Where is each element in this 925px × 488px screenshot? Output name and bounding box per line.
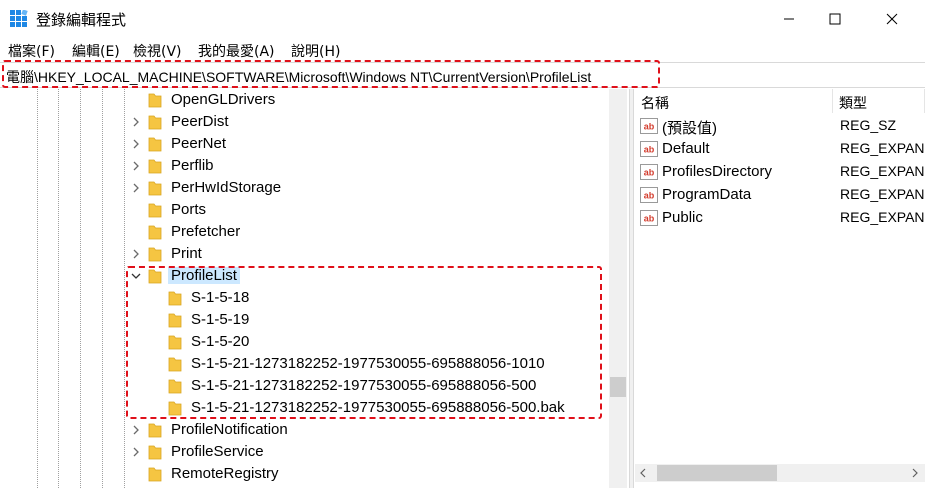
column-header-name[interactable]: 名稱	[635, 89, 833, 113]
value-type: REG_EXPAN	[840, 186, 925, 202]
address-highlight-box	[2, 60, 660, 88]
pane-splitter[interactable]	[629, 89, 634, 488]
menu-favorites[interactable]: 我的最愛(A)	[198, 41, 275, 61]
key-tree-pane[interactable]: OpenGLDrivers PeerDist PeerNet Perflib PerHw…	[0, 89, 629, 488]
value-type: REG_SZ	[840, 117, 897, 133]
values-scrollbar-thumb[interactable]	[657, 465, 777, 481]
tree-node-label[interactable]: Prefetcher	[171, 223, 240, 240]
value-name[interactable]: Default	[662, 140, 710, 157]
folder-icon	[148, 225, 162, 240]
menu-bar: 檔案(F) 編輯(E) 檢視(V) 我的最愛(A) 說明(H)	[0, 38, 925, 61]
folder-icon	[148, 467, 162, 482]
maximize-icon	[829, 13, 841, 25]
tree-node[interactable]: ProfileNotification	[0, 419, 609, 441]
folder-icon	[148, 93, 162, 108]
tree-node-label[interactable]: RemoteRegistry	[171, 465, 279, 482]
value-row[interactable]: ab (預設值) REG_SZ	[635, 115, 925, 138]
menu-help[interactable]: 說明(H)	[291, 41, 340, 61]
tree-node-label[interactable]: Print	[171, 245, 202, 262]
chevron-right-icon[interactable]	[130, 424, 142, 436]
menu-view[interactable]: 檢視(V)	[133, 41, 182, 61]
title-bar: 登錄編輯程式	[0, 0, 925, 38]
value-name[interactable]: ProfilesDirectory	[662, 163, 772, 180]
folder-icon	[148, 181, 162, 196]
chevron-right-icon[interactable]	[130, 248, 142, 260]
svg-text:ab: ab	[644, 145, 655, 155]
scroll-right-icon[interactable]	[909, 468, 919, 478]
tree-node[interactable]: Perflib	[0, 155, 609, 177]
svg-text:ab: ab	[644, 214, 655, 224]
close-button[interactable]	[869, 0, 915, 38]
folder-icon	[148, 137, 162, 152]
tree-node-label[interactable]: ProfileNotification	[171, 421, 288, 438]
value-row[interactable]: ab ProfilesDirectory REG_EXPAN	[635, 161, 925, 184]
column-header-type[interactable]: 類型	[833, 89, 925, 113]
tree-node-label[interactable]: Ports	[171, 201, 206, 218]
string-value-icon: ab	[640, 118, 658, 134]
value-name[interactable]: ProgramData	[662, 186, 751, 203]
menu-file[interactable]: 檔案(F)	[8, 41, 55, 61]
profilelist-highlight-box	[126, 266, 602, 419]
tree-scrollbar[interactable]	[609, 89, 627, 488]
tree-node[interactable]: PeerDist	[0, 111, 609, 133]
folder-icon	[148, 247, 162, 262]
tree-node[interactable]: Prefetcher	[0, 221, 609, 243]
tree-node-label[interactable]: OpenGLDrivers	[171, 91, 275, 108]
tree-node[interactable]: PerHwIdStorage	[0, 177, 609, 199]
string-value-icon: ab	[640, 164, 658, 180]
value-row[interactable]: ab Default REG_EXPAN	[635, 138, 925, 161]
window-title: 登錄編輯程式	[36, 11, 127, 29]
values-pane[interactable]: 名稱 類型 ab (預設值) REG_SZ ab Default REG_EXPAN ab P…	[635, 89, 925, 488]
folder-icon	[148, 159, 162, 174]
value-type: REG_EXPAN	[840, 163, 925, 179]
folder-icon	[148, 423, 162, 438]
tree-node-label[interactable]: Perflib	[171, 157, 214, 174]
registry-editor-icon	[10, 10, 28, 27]
chevron-right-icon[interactable]	[130, 446, 142, 458]
svg-text:ab: ab	[644, 168, 655, 178]
chevron-right-icon[interactable]	[130, 116, 142, 128]
tree-node[interactable]: PeerNet	[0, 133, 609, 155]
close-icon	[886, 13, 898, 25]
tree-node-label[interactable]: ProfileService	[171, 443, 264, 460]
tree-node[interactable]: OpenGLDrivers	[0, 89, 609, 111]
svg-text:ab: ab	[644, 191, 655, 201]
tree-scrollbar-thumb[interactable]	[610, 377, 626, 397]
values-horizontal-scrollbar[interactable]	[635, 464, 925, 482]
tree-node-label[interactable]: PerHwIdStorage	[171, 179, 281, 196]
tree-node[interactable]: Ports	[0, 199, 609, 221]
string-value-icon: ab	[640, 187, 658, 203]
string-value-icon: ab	[640, 141, 658, 157]
value-type: REG_EXPAN	[840, 140, 925, 156]
value-name[interactable]: (預設值)	[662, 117, 717, 138]
tree-node-label[interactable]: PeerNet	[171, 135, 226, 152]
folder-icon	[148, 445, 162, 460]
minimize-button[interactable]	[766, 0, 812, 38]
svg-text:ab: ab	[644, 122, 655, 132]
minimize-icon	[784, 18, 794, 20]
tree-node[interactable]: Print	[0, 243, 609, 265]
value-name[interactable]: Public	[662, 209, 703, 226]
folder-icon	[148, 203, 162, 218]
chevron-right-icon[interactable]	[130, 160, 142, 172]
value-row[interactable]: ab ProgramData REG_EXPAN	[635, 184, 925, 207]
tree-node-label[interactable]: PeerDist	[171, 113, 229, 130]
string-value-icon: ab	[640, 210, 658, 226]
chevron-right-icon[interactable]	[130, 138, 142, 150]
scroll-left-icon[interactable]	[639, 468, 649, 478]
tree-node[interactable]: ProfileService	[0, 441, 609, 463]
tree-node[interactable]: RemoteRegistry	[0, 463, 609, 485]
folder-icon	[148, 115, 162, 130]
menu-edit[interactable]: 編輯(E)	[72, 41, 120, 61]
maximize-button[interactable]	[812, 0, 858, 38]
value-type: REG_EXPAN	[840, 209, 925, 225]
chevron-right-icon[interactable]	[130, 182, 142, 194]
value-row[interactable]: ab Public REG_EXPAN	[635, 207, 925, 230]
